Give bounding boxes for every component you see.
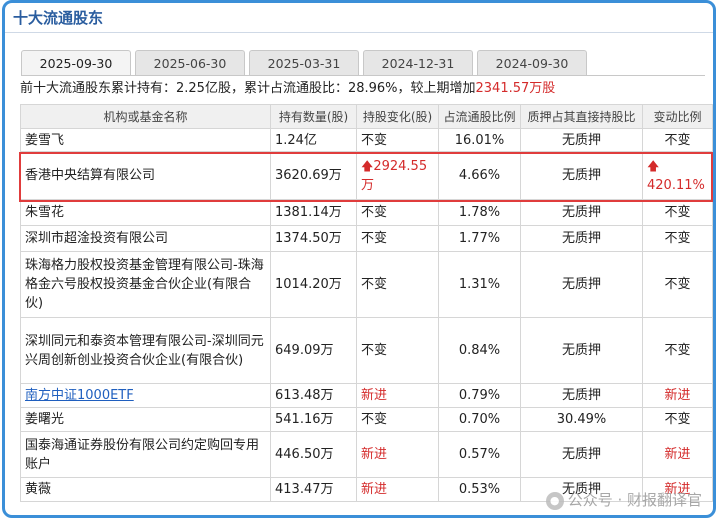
holding-qty: 1374.50万 (270, 225, 357, 252)
holding-change: 不变 (356, 225, 439, 252)
holder-name: 姜曙光 (20, 407, 271, 432)
holding-change: 不变 (356, 251, 439, 318)
holding-change: 新进 (356, 477, 439, 502)
float-ratio: 16.01% (438, 128, 521, 152)
holder-name: 深圳同元和泰资本管理有限公司-深圳同元兴周创新创业投资合伙企业(有限合伙) (20, 317, 271, 384)
table-row: 深圳市超淦投资有限公司 1374.50万 不变 1.77% 无质押 不变 (20, 225, 713, 252)
holding-qty: 613.48万 (270, 383, 357, 408)
holder-name: 珠海格力股权投资基金管理有限公司-珠海格金六号股权投资基金合伙企业(有限合伙) (20, 251, 271, 318)
holder-name: 黄薇 (20, 477, 271, 502)
tab-2025-03-31[interactable]: 2025-03-31 (249, 50, 359, 75)
holding-change: 新进 (356, 383, 439, 408)
pledge-ratio: 无质押 (520, 431, 643, 478)
float-ratio: 0.53% (438, 477, 521, 502)
pledge-ratio: 无质押 (520, 151, 643, 200)
title-divider (5, 32, 713, 33)
float-ratio: 0.70% (438, 407, 521, 432)
holder-name: 香港中央结算有限公司 (20, 151, 271, 200)
change-pct: 不变 (642, 225, 713, 252)
holding-change: 新进 (356, 431, 439, 478)
table-row: 朱雪花 1381.14万 不变 1.78% 无质押 不变 (20, 199, 713, 226)
table-row: 姜雪飞 1.24亿 不变 16.01% 无质押 不变 (20, 128, 713, 152)
holding-change: 不变 (356, 317, 439, 384)
holding-qty: 1381.14万 (270, 199, 357, 226)
holders-table: 机构或基金名称 持有数量(股) 持股变化(股) 占流通股比例 质押占其直接持股比… (20, 104, 713, 502)
change-pct: 不变 (642, 128, 713, 152)
table-row: 姜曙光 541.16万 不变 0.70% 30.49% 不变 (20, 407, 713, 432)
tab-2025-06-30[interactable]: 2025-06-30 (135, 50, 245, 75)
up-arrow-icon: 🡅 (361, 158, 374, 173)
tab-2024-12-31[interactable]: 2024-12-31 (363, 50, 473, 75)
table-row: 香港中央结算有限公司 3620.69万 🡅2924.55万 4.66% 无质押 … (20, 151, 713, 200)
table-header-row: 机构或基金名称 持有数量(股) 持股变化(股) 占流通股比例 质押占其直接持股比… (20, 104, 713, 129)
col-header-name[interactable]: 机构或基金名称 (20, 104, 271, 129)
float-ratio: 1.77% (438, 225, 521, 252)
summary-text: 前十大流通股东累计持有：2.25亿股，累计占流通股比：28.96%，较上期增加 (20, 81, 476, 96)
holder-name-link[interactable]: 南方中证1000ETF (25, 388, 134, 403)
pledge-ratio: 无质押 (520, 317, 643, 384)
pledge-ratio: 无质押 (520, 225, 643, 252)
pledge-ratio: 无质押 (520, 199, 643, 226)
change-pct: 新进 (642, 383, 713, 408)
tab-2024-09-30[interactable]: 2024-09-30 (477, 50, 587, 75)
holding-qty: 413.47万 (270, 477, 357, 502)
holding-change: 不变 (356, 128, 439, 152)
summary-line: 前十大流通股东累计持有：2.25亿股，累计占流通股比：28.96%，较上期增加2… (20, 78, 555, 100)
table-row: 国泰海通证券股份有限公司约定购回专用账户 446.50万 新进 0.57% 无质… (20, 431, 713, 478)
change-pct: 不变 (642, 407, 713, 432)
holding-qty: 1014.20万 (270, 251, 357, 318)
panel-title: 十大流通股东 (13, 9, 104, 27)
holder-name: 姜雪飞 (20, 128, 271, 152)
up-arrow-icon: 🡅 (647, 158, 660, 173)
float-ratio: 1.78% (438, 199, 521, 226)
tabs-divider (21, 75, 705, 76)
holder-name: 朱雪花 (20, 199, 271, 226)
holding-qty: 1.24亿 (270, 128, 357, 152)
pledge-ratio: 无质押 (520, 251, 643, 318)
watermark: ● 公众号 · 财报翻译官 (545, 489, 702, 510)
change-pct: 不变 (642, 251, 713, 318)
pledge-ratio: 无质押 (520, 383, 643, 408)
col-header-pledge[interactable]: 质押占其直接持股比 (520, 104, 643, 129)
summary-change: 2341.57万股 (475, 81, 556, 96)
holding-qty: 649.09万 (270, 317, 357, 384)
change-pct: 不变 (642, 199, 713, 226)
holding-change: 不变 (356, 407, 439, 432)
tab-2025-09-30[interactable]: 2025-09-30 (21, 50, 131, 75)
holding-qty: 446.50万 (270, 431, 357, 478)
col-header-change[interactable]: 持股变化(股) (356, 104, 439, 129)
col-header-qty[interactable]: 持有数量(股) (270, 104, 357, 129)
float-ratio: 0.57% (438, 431, 521, 478)
table-row: 南方中证1000ETF 613.48万 新进 0.79% 无质押 新进 (20, 383, 713, 408)
float-ratio: 0.84% (438, 317, 521, 384)
float-ratio: 4.66% (438, 151, 521, 200)
holding-qty: 3620.69万 (270, 151, 357, 200)
pledge-ratio: 无质押 (520, 128, 643, 152)
col-header-ratio[interactable]: 占流通股比例 (438, 104, 521, 129)
change-pct-cell: 🡅 420.11% (642, 151, 713, 200)
table-row: 深圳同元和泰资本管理有限公司-深圳同元兴周创新创业投资合伙企业(有限合伙) 64… (20, 317, 713, 384)
float-ratio: 0.79% (438, 383, 521, 408)
col-header-pct[interactable]: 变动比例 (642, 104, 713, 129)
watermark-text: 公众号 · 财报翻译官 (567, 491, 702, 509)
pledge-ratio: 30.49% (520, 407, 643, 432)
holder-name-cell: 南方中证1000ETF (20, 383, 271, 408)
holding-change-cell: 🡅2924.55万 (356, 151, 439, 200)
float-ratio: 1.31% (438, 251, 521, 318)
change-pct: 不变 (642, 317, 713, 384)
table-row: 珠海格力股权投资基金管理有限公司-珠海格金六号股权投资基金合伙企业(有限合伙) … (20, 251, 713, 318)
holder-name: 国泰海通证券股份有限公司约定购回专用账户 (20, 431, 271, 478)
wechat-icon: ● (545, 491, 564, 510)
holding-qty: 541.16万 (270, 407, 357, 432)
holder-name: 深圳市超淦投资有限公司 (20, 225, 271, 252)
period-tabs: 2025-09-30 2025-06-30 2025-03-31 2024-12… (21, 50, 587, 75)
change-pct: 420.11% (647, 177, 705, 193)
holding-change: 不变 (356, 199, 439, 226)
change-pct: 新进 (642, 431, 713, 478)
